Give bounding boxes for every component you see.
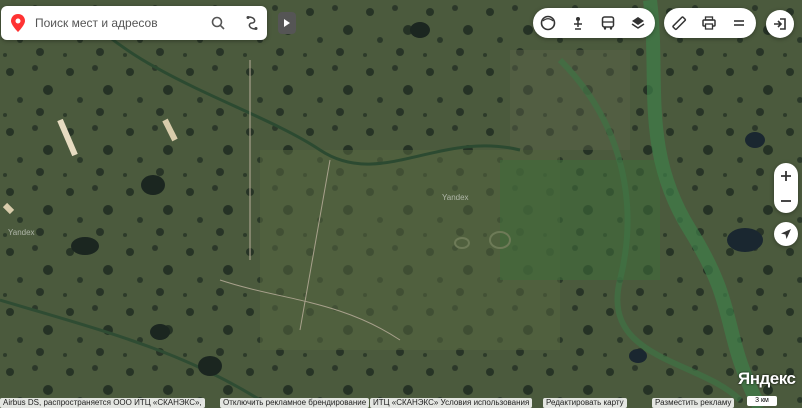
ruler-icon (672, 16, 687, 31)
route-button[interactable] (241, 12, 263, 34)
layers-icon (631, 17, 645, 29)
search-button[interactable] (207, 12, 229, 34)
map-footer: Airbus DS, распространяется ООО ИТЦ «СКА… (0, 398, 802, 408)
my-location-button[interactable] (774, 222, 798, 246)
zoom-in-button[interactable] (774, 163, 798, 188)
ruler-button[interactable] (664, 8, 694, 38)
login-button[interactable] (766, 10, 794, 38)
bus-button[interactable] (593, 8, 623, 38)
zoom-control (774, 163, 798, 213)
zoom-out-button[interactable] (774, 188, 798, 213)
search-input[interactable] (33, 15, 197, 31)
zoom-out-icon (781, 199, 791, 202)
collapse-arrow-icon (284, 19, 290, 27)
map-watermark: Yandex (442, 193, 469, 202)
collapse-panel-button[interactable] (278, 12, 296, 34)
login-icon (774, 18, 786, 30)
transit-icon (574, 17, 582, 30)
map-watermark: Yandex (8, 228, 35, 237)
place-ad-link[interactable]: Разместить рекламу (652, 398, 735, 408)
layers-button[interactable] (623, 8, 653, 38)
transit-button[interactable] (563, 8, 593, 38)
search-icon (211, 16, 225, 30)
print-button[interactable] (694, 8, 724, 38)
panorama-icon (540, 15, 556, 31)
attribution-text: Airbus DS, распространяется ООО ИТЦ «СКА… (0, 398, 205, 408)
layers-toolbar (533, 8, 655, 38)
menu-button[interactable] (724, 8, 754, 38)
search-bar (1, 6, 267, 40)
location-arrow-icon (781, 229, 791, 239)
map-scale: 3 км (747, 396, 777, 406)
bus-icon (601, 16, 615, 30)
scanex-terms-link[interactable]: ИТЦ «СКАНЭКС» Условия использования (370, 398, 533, 408)
yandex-logo: Яндекс (738, 369, 796, 388)
menu-icon (734, 20, 744, 26)
edit-map-link[interactable]: Редактировать карту (543, 398, 627, 408)
satellite-map[interactable] (0, 0, 802, 408)
print-icon (702, 16, 716, 30)
tools-toolbar (664, 8, 756, 38)
route-icon (246, 16, 258, 30)
zoom-in-icon (781, 170, 791, 181)
map-pin-icon (11, 14, 25, 32)
panorama-button[interactable] (533, 8, 563, 38)
disable-branding-link[interactable]: Отключить рекламное брендирование (220, 398, 370, 408)
